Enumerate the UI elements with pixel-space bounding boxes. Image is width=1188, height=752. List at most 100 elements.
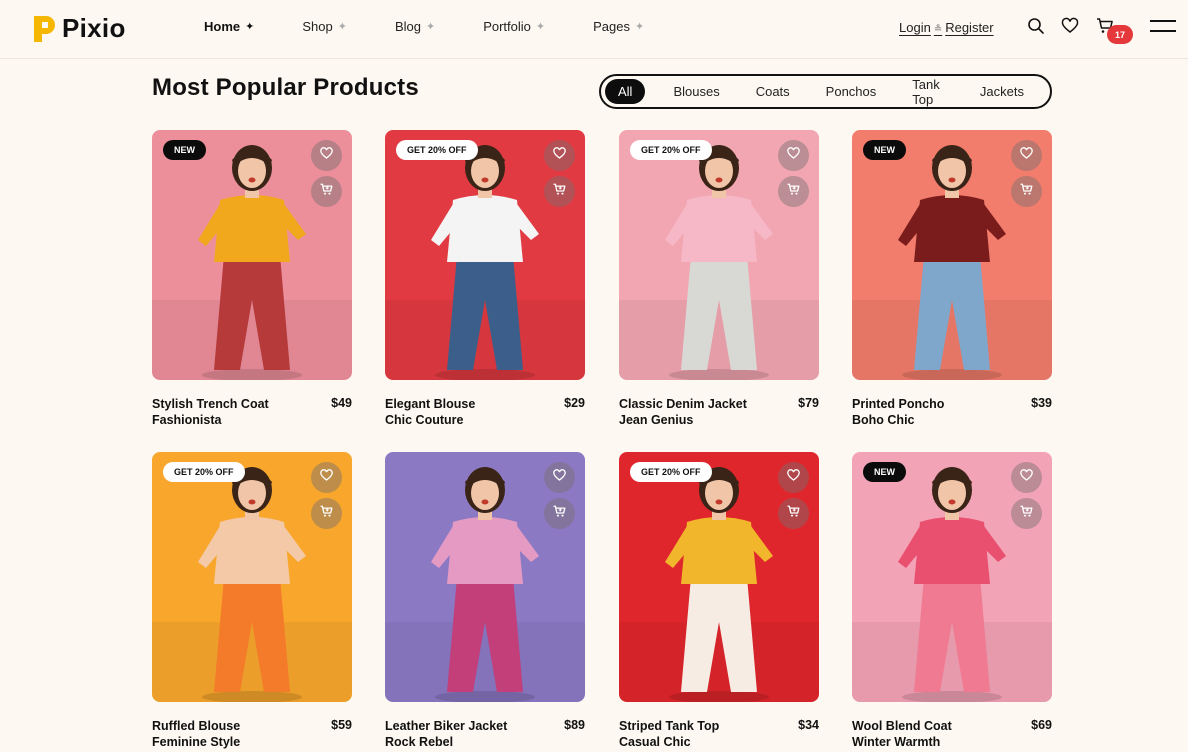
product-image[interactable]: NEW	[152, 130, 352, 380]
product-card[interactable]: NEW Stylish Trench Coat Fashionista $49	[152, 130, 352, 430]
product-card[interactable]: GET 20% OFF Striped Tank Top Casual Chic…	[619, 452, 819, 752]
cart-add-icon	[319, 182, 334, 202]
product-brand: Jean Genius	[619, 413, 694, 427]
product-name[interactable]: Ruffled Blouse	[152, 718, 352, 734]
add-to-wishlist-button[interactable]	[1011, 140, 1042, 171]
nav-item-home[interactable]: Home ✦	[204, 19, 254, 34]
product-brand: Fashionista	[152, 413, 222, 427]
product-name[interactable]: Wool Blend Coat	[852, 718, 1052, 734]
product-info: Wool Blend Coat Winter Warmth $69	[852, 718, 1052, 752]
product-info: Striped Tank Top Casual Chic $34	[619, 718, 819, 752]
nav-label: Blog	[394, 19, 421, 34]
add-to-cart-button[interactable]	[778, 498, 809, 529]
product-info: Classic Denim Jacket Jean Genius $79	[619, 396, 819, 430]
product-info: Printed Poncho Boho Chic $39	[852, 396, 1052, 430]
product-card[interactable]: NEW Wool Blend Coat Winter Warmth $69	[852, 452, 1052, 752]
nav-item-shop[interactable]: Shop ✦	[302, 19, 347, 34]
sparkle-icon: ✦	[634, 21, 645, 33]
product-price: $39	[1031, 396, 1052, 410]
product-image[interactable]: GET 20% OFF	[619, 130, 819, 380]
product-badge: GET 20% OFF	[630, 140, 712, 160]
product-info: Leather Biker Jacket Rock Rebel $89	[385, 718, 585, 752]
nav-item-blog[interactable]: Blog ✦	[395, 19, 435, 34]
filter-ponchos[interactable]: Ponchos	[812, 79, 891, 104]
add-to-wishlist-button[interactable]	[1011, 462, 1042, 493]
product-price: $34	[798, 718, 819, 732]
product-brand: Boho Chic	[852, 413, 915, 427]
product-card[interactable]: Leather Biker Jacket Rock Rebel $89	[385, 452, 585, 752]
product-name[interactable]: Classic Denim Jacket	[619, 396, 819, 412]
filter-tank-top[interactable]: Tank Top	[898, 77, 958, 107]
product-name[interactable]: Stylish Trench Coat	[152, 396, 352, 412]
product-card[interactable]: GET 20% OFF Classic Denim Jacket Jean Ge…	[619, 130, 819, 430]
heart-icon	[319, 468, 334, 488]
product-brand: Winter Warmth	[852, 735, 941, 749]
add-to-cart-button[interactable]	[311, 176, 342, 207]
site-header: Pixio Home ✦ Shop ✦ Blog ✦ Portfolio ✦ Pages…	[0, 0, 1188, 59]
product-image[interactable]: GET 20% OFF	[385, 130, 585, 380]
add-to-cart-button[interactable]	[544, 176, 575, 207]
sparkle-icon: ✦	[425, 21, 436, 33]
nav-item-pages[interactable]: Pages ✦	[593, 19, 644, 34]
add-to-wishlist-button[interactable]	[778, 140, 809, 171]
login-link[interactable]: Login	[899, 20, 931, 35]
product-image[interactable]: GET 20% OFF	[152, 452, 352, 702]
hamburger-menu-icon[interactable]	[1150, 20, 1176, 36]
heart-icon	[319, 146, 334, 166]
product-brand: Rock Rebel	[385, 735, 454, 749]
auth-links: Login ≗ Register	[899, 20, 994, 35]
product-image[interactable]	[385, 452, 585, 702]
search-icon[interactable]	[1026, 16, 1046, 36]
product-info: Ruffled Blouse Feminine Style $59	[152, 718, 352, 752]
nav-item-portfolio[interactable]: Portfolio ✦	[483, 19, 545, 34]
product-image[interactable]: GET 20% OFF	[619, 452, 819, 702]
main-nav: Home ✦ Shop ✦ Blog ✦ Portfolio ✦ Pages ✦	[204, 19, 692, 34]
product-name[interactable]: Striped Tank Top	[619, 718, 819, 734]
heart-icon	[1019, 468, 1034, 488]
product-badge: NEW	[863, 140, 906, 160]
add-to-wishlist-button[interactable]	[544, 140, 575, 171]
product-image[interactable]: NEW	[852, 452, 1052, 702]
product-price: $49	[331, 396, 352, 410]
filter-all[interactable]: All	[605, 79, 646, 104]
add-to-wishlist-button[interactable]	[311, 140, 342, 171]
logo-mark-icon	[34, 16, 55, 42]
cart-count-badge: 17	[1107, 25, 1133, 44]
product-name[interactable]: Leather Biker Jacket	[385, 718, 585, 734]
add-to-cart-button[interactable]	[1011, 498, 1042, 529]
add-to-cart-button[interactable]	[1011, 176, 1042, 207]
product-name[interactable]: Elegant Blouse	[385, 396, 585, 412]
filter-jackets[interactable]: Jackets	[966, 79, 1038, 104]
register-link[interactable]: Register	[945, 20, 993, 35]
logo[interactable]: Pixio	[32, 12, 126, 44]
product-price: $69	[1031, 718, 1052, 732]
product-card[interactable]: GET 20% OFF Elegant Blouse Chic Couture …	[385, 130, 585, 430]
filter-blouses[interactable]: Blouses	[659, 79, 733, 104]
nav-label: Home	[204, 19, 241, 34]
product-price: $59	[331, 718, 352, 732]
heart-icon[interactable]	[1060, 16, 1080, 36]
product-name[interactable]: Printed Poncho	[852, 396, 1052, 412]
nav-label: Portfolio	[483, 19, 531, 34]
add-to-cart-button[interactable]	[311, 498, 342, 529]
product-price: $29	[564, 396, 585, 410]
cart-add-icon	[1019, 182, 1034, 202]
add-to-cart-button[interactable]	[544, 498, 575, 529]
product-price: $79	[798, 396, 819, 410]
cart-add-icon	[786, 182, 801, 202]
logo-text: Pixio	[62, 12, 126, 43]
cart-add-icon	[1019, 504, 1034, 524]
cart-add-icon	[319, 504, 334, 524]
add-to-wishlist-button[interactable]	[778, 462, 809, 493]
category-filter-bar: All Blouses Coats Ponchos Tank Top Jacke…	[599, 74, 1052, 109]
add-to-wishlist-button[interactable]	[311, 462, 342, 493]
product-badge: GET 20% OFF	[163, 462, 245, 482]
add-to-wishlist-button[interactable]	[544, 462, 575, 493]
add-to-cart-button[interactable]	[778, 176, 809, 207]
product-card[interactable]: GET 20% OFF Ruffled Blouse Feminine Styl…	[152, 452, 352, 752]
product-card[interactable]: NEW Printed Poncho Boho Chic $39	[852, 130, 1052, 430]
product-info: Stylish Trench Coat Fashionista $49	[152, 396, 352, 430]
filter-coats[interactable]: Coats	[742, 79, 804, 104]
product-image[interactable]: NEW	[852, 130, 1052, 380]
heart-icon	[552, 146, 567, 166]
